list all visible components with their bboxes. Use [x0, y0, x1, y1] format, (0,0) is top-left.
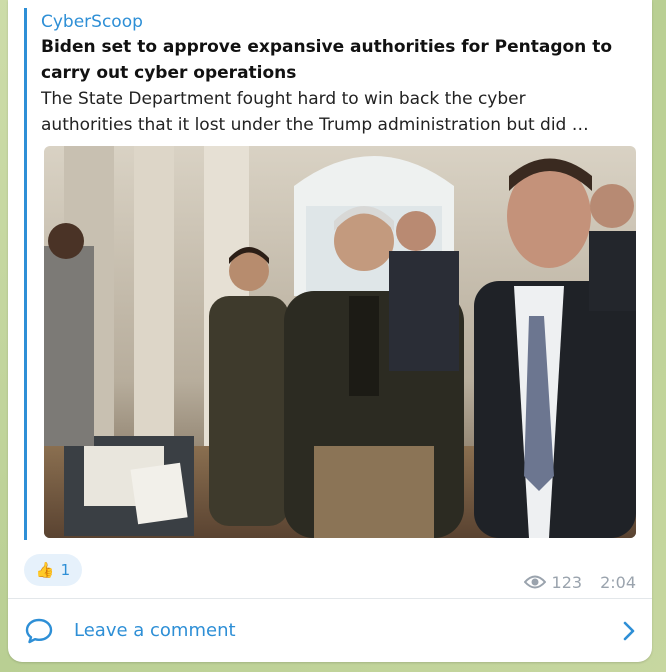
link-preview[interactable]: CyberScoop Biden set to approve expansiv… [24, 8, 653, 540]
preview-photo[interactable] [44, 146, 636, 538]
reaction-thumbs-up[interactable]: 👍 1 [24, 554, 82, 586]
preview-title[interactable]: Biden set to approve expansive authoriti… [41, 34, 641, 86]
message-meta: 123 2:04 [523, 572, 636, 592]
leave-comment-label: Leave a comment [74, 620, 236, 641]
eye-icon [523, 575, 546, 589]
view-count: 123 [551, 572, 583, 592]
article-photo-image [44, 146, 636, 538]
preview-site-name[interactable]: CyberScoop [41, 10, 653, 34]
speech-bubble-icon [25, 618, 53, 643]
preview-description-line2: authorities that it lost under the Trump… [41, 115, 589, 135]
leave-comment-button[interactable]: Leave a comment [8, 599, 652, 662]
message-bubble: CyberScoop Biden set to approve expansiv… [8, 0, 652, 662]
message-time: 2:04 [600, 572, 636, 592]
thumbs-up-icon: 👍 [35, 561, 55, 579]
chevron-right-icon [623, 621, 635, 641]
preview-description-line1: The State Department fought hard to win … [41, 89, 526, 109]
reaction-count: 1 [60, 561, 71, 579]
